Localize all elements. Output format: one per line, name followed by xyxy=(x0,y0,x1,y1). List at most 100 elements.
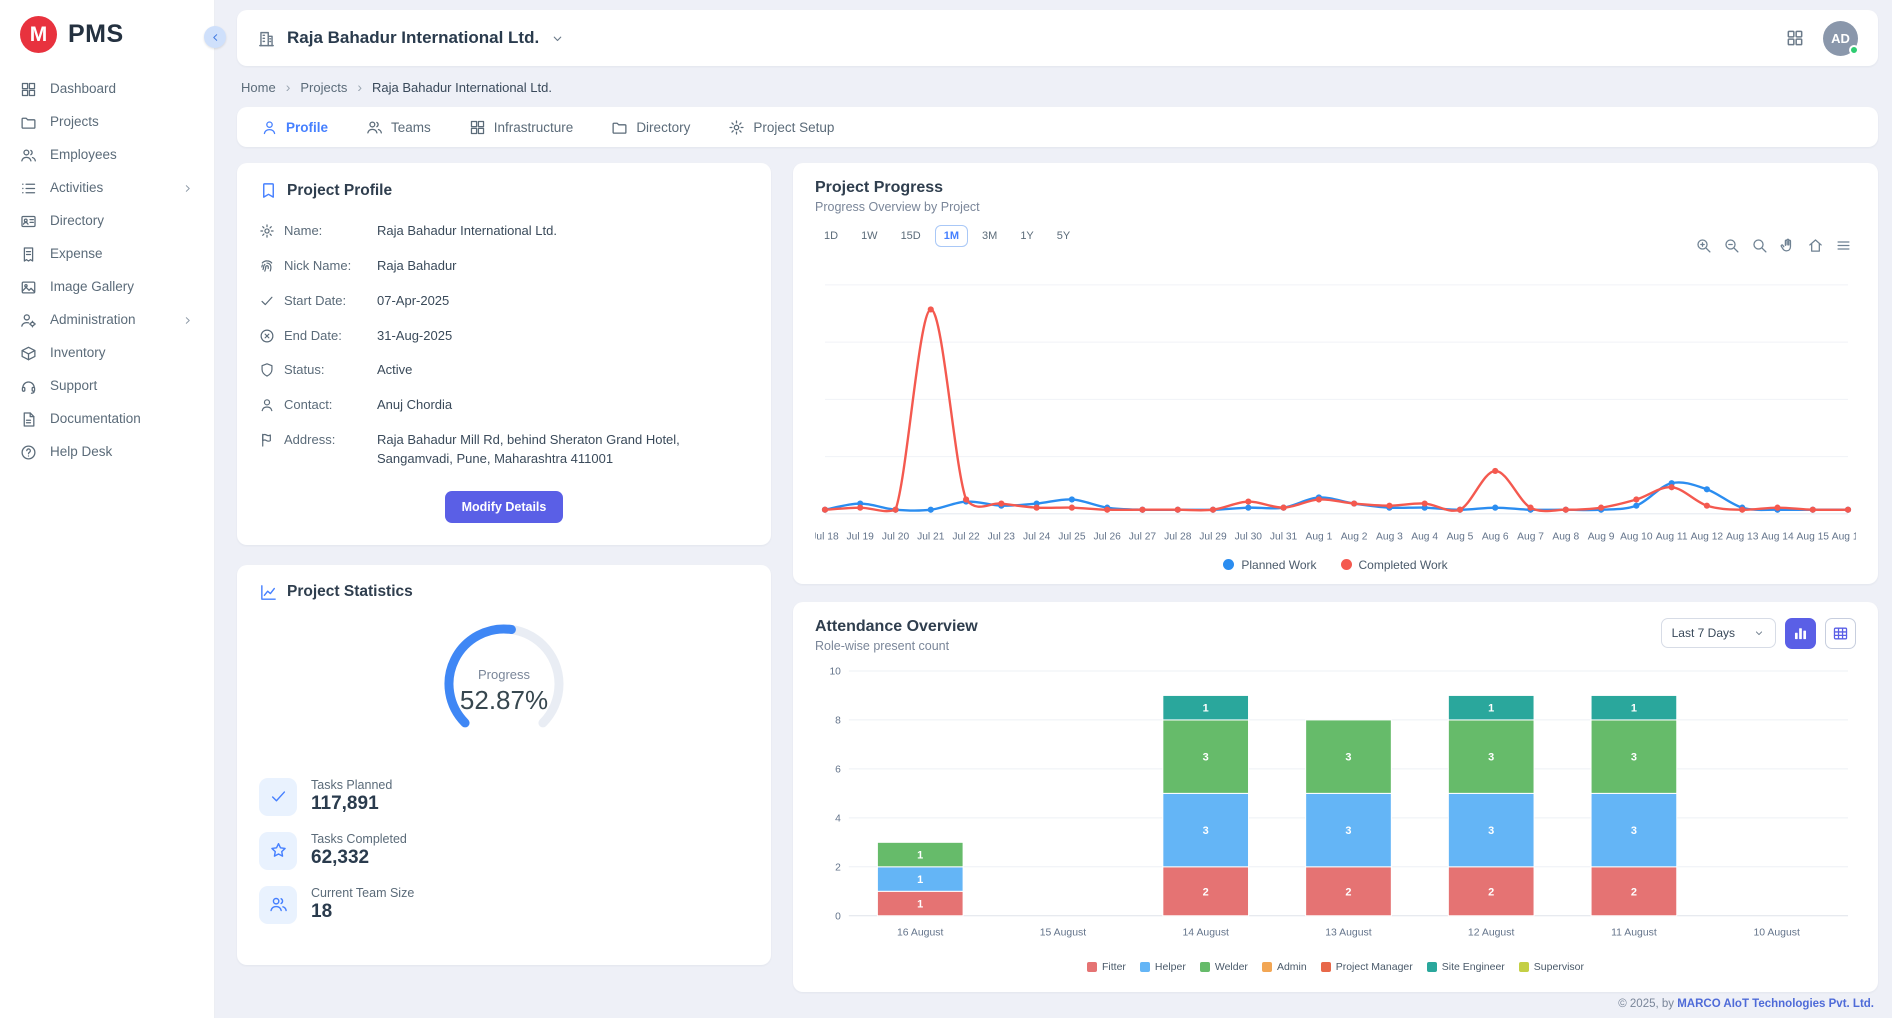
field-value: Raja Bahadur Mill Rd, behind Sheraton Gr… xyxy=(377,431,749,469)
legend-item-completed-work[interactable]: Completed Work xyxy=(1341,558,1448,572)
gauge-label: Progress xyxy=(478,667,530,682)
bar-chart-view-button[interactable] xyxy=(1785,618,1816,649)
topbar-right: AD xyxy=(1785,21,1858,56)
svg-text:2: 2 xyxy=(1345,886,1351,898)
legend-item-admin[interactable]: Admin xyxy=(1262,961,1307,973)
svg-text:Jul 31: Jul 31 xyxy=(1270,532,1298,543)
sidebar-item-label: Inventory xyxy=(50,345,106,361)
sidebar-item-documentation[interactable]: Documentation xyxy=(0,403,214,436)
company-selector[interactable]: Raja Bahadur International Ltd. xyxy=(257,28,565,48)
svg-text:3: 3 xyxy=(1345,825,1351,837)
legend-item-project-manager[interactable]: Project Manager xyxy=(1321,961,1413,973)
tab-project-setup[interactable]: Project Setup xyxy=(728,119,834,136)
sidebar-item-employees[interactable]: Employees xyxy=(0,139,214,172)
user-avatar[interactable]: AD xyxy=(1823,21,1858,56)
field-value: Anuj Chordia xyxy=(377,396,749,415)
range-button-1m[interactable]: 1M xyxy=(935,225,968,247)
footer-company-link[interactable]: MARCO AIoT Technologies Pvt. Ltd. xyxy=(1677,998,1874,1010)
modify-details-button[interactable]: Modify Details xyxy=(445,491,564,523)
shield-icon xyxy=(259,362,275,378)
stat-value: 62,332 xyxy=(311,847,407,869)
card-title: Attendance Overview xyxy=(815,618,978,636)
flag-icon xyxy=(259,432,275,448)
legend-item-helper[interactable]: Helper xyxy=(1140,961,1186,973)
stat-text: Tasks Planned117,891 xyxy=(311,778,392,815)
home-icon[interactable] xyxy=(1807,237,1824,254)
profile-field-contact: Contact:Anuj Chordia xyxy=(259,388,749,423)
legend-item-fitter[interactable]: Fitter xyxy=(1087,961,1126,973)
progress-chart-legend: Planned Work Completed Work xyxy=(815,558,1856,572)
svg-text:10 August: 10 August xyxy=(1753,927,1800,938)
sidebar-item-label: Help Desk xyxy=(50,444,112,460)
svg-text:Jul 22: Jul 22 xyxy=(952,532,980,543)
topbar: Raja Bahadur International Ltd. AD xyxy=(237,10,1878,66)
tab-directory[interactable]: Directory xyxy=(611,119,690,136)
sidebar-item-dashboard[interactable]: Dashboard xyxy=(0,73,214,106)
bookmark-icon xyxy=(259,181,278,200)
directory-icon xyxy=(20,213,37,230)
folder-icon xyxy=(611,119,628,136)
sidebar-item-inventory[interactable]: Inventory xyxy=(0,337,214,370)
zoom-in-icon[interactable] xyxy=(1695,237,1712,254)
legend-label: Completed Work xyxy=(1359,558,1448,572)
menu-icon[interactable] xyxy=(1835,237,1852,254)
range-button-15d[interactable]: 15D xyxy=(892,225,930,247)
table-view-button[interactable] xyxy=(1825,618,1856,649)
zoom-selection-icon[interactable] xyxy=(1751,237,1768,254)
sidebar-item-projects[interactable]: Projects xyxy=(0,106,214,139)
sidebar-item-activities[interactable]: Activities xyxy=(0,172,214,205)
app-name: PMS xyxy=(68,20,124,49)
breadcrumb-item-raja-bahadur-international-ltd: Raja Bahadur International Ltd. xyxy=(372,80,552,95)
stat-value: 18 xyxy=(311,901,414,923)
sidebar-item-label: Activities xyxy=(50,180,103,196)
range-button-1d[interactable]: 1D xyxy=(815,225,847,247)
helpdesk-icon xyxy=(20,444,37,461)
tab-bar: Profile Teams Infrastructure Directory Proje… xyxy=(237,107,1878,147)
range-button-5y[interactable]: 5Y xyxy=(1048,225,1079,247)
apps-grid-icon[interactable] xyxy=(1785,28,1805,48)
date-range-select[interactable]: Last 7 Days xyxy=(1661,618,1776,648)
breadcrumb: Home›Projects›Raja Bahadur International… xyxy=(241,79,1874,95)
chevron-down-icon xyxy=(1753,627,1765,639)
field-value: Raja Bahadur International Ltd. xyxy=(377,222,749,241)
svg-text:2: 2 xyxy=(835,862,841,873)
main-area: Raja Bahadur International Ltd. AD Home›… xyxy=(215,0,1892,1018)
company-name: Raja Bahadur International Ltd. xyxy=(287,28,539,48)
range-button-1y[interactable]: 1Y xyxy=(1011,225,1042,247)
svg-text:3: 3 xyxy=(1203,751,1209,763)
tab-infrastructure[interactable]: Infrastructure xyxy=(469,119,574,136)
legend-item-welder[interactable]: Welder xyxy=(1200,961,1248,973)
zoom-out-icon[interactable] xyxy=(1723,237,1740,254)
legend-item-supervisor[interactable]: Supervisor xyxy=(1519,961,1584,973)
field-value: Active xyxy=(377,361,749,380)
field-value: Raja Bahadur xyxy=(377,257,749,276)
breadcrumb-item-home[interactable]: Home xyxy=(241,80,276,95)
sidebar-item-administration[interactable]: Administration xyxy=(0,304,214,337)
sidebar-item-image-gallery[interactable]: Image Gallery xyxy=(0,271,214,304)
attendance-bar-chart: 024681011116 August15 August233114 Augus… xyxy=(815,661,1856,960)
range-button-3m[interactable]: 3M xyxy=(973,225,1006,247)
sidebar-item-support[interactable]: Support xyxy=(0,370,214,403)
range-button-1w[interactable]: 1W xyxy=(852,225,887,247)
tab-label: Directory xyxy=(636,120,690,135)
tab-teams[interactable]: Teams xyxy=(366,119,431,136)
svg-text:Aug 11: Aug 11 xyxy=(1656,532,1688,543)
svg-text:Jul 29: Jul 29 xyxy=(1199,532,1227,543)
sidebar-item-label: Support xyxy=(50,378,97,394)
card-subtitle: Role-wise present count xyxy=(815,639,978,653)
svg-text:1: 1 xyxy=(1488,702,1494,714)
field-label: Status: xyxy=(284,361,368,380)
legend-swatch xyxy=(1200,962,1210,972)
breadcrumb-item-projects[interactable]: Projects xyxy=(300,80,347,95)
logo-icon: M xyxy=(20,16,57,53)
tab-profile[interactable]: Profile xyxy=(261,119,328,136)
legend-item-planned-work[interactable]: Planned Work xyxy=(1223,558,1316,572)
sidebar-item-directory[interactable]: Directory xyxy=(0,205,214,238)
pan-icon[interactable] xyxy=(1779,237,1796,254)
svg-text:1: 1 xyxy=(1203,702,1209,714)
sidebar-item-expense[interactable]: Expense xyxy=(0,238,214,271)
svg-text:Jul 25: Jul 25 xyxy=(1058,532,1086,543)
sidebar-collapse-button[interactable] xyxy=(204,26,226,48)
legend-item-site-engineer[interactable]: Site Engineer xyxy=(1427,961,1505,973)
sidebar-item-help-desk[interactable]: Help Desk xyxy=(0,436,214,469)
